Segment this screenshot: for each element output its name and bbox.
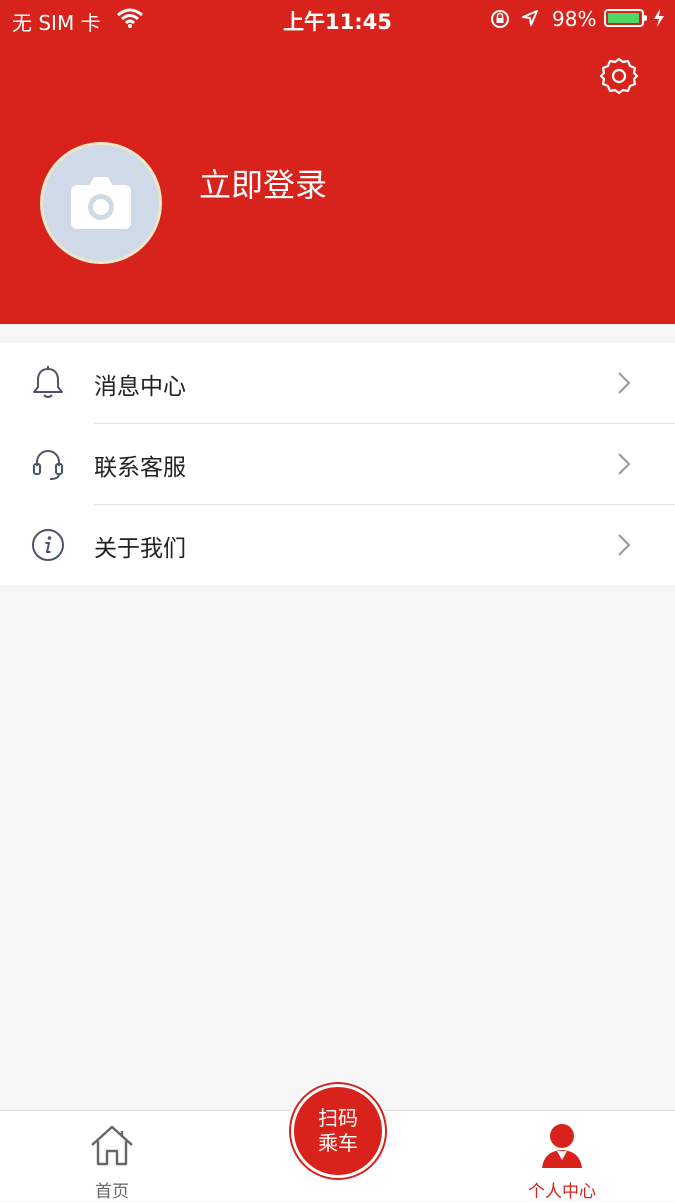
battery-fill — [608, 13, 640, 23]
scan-ride-inner: 扫码 乘车 — [291, 1084, 385, 1178]
menu-list: 消息中心 联系客服 关于我们 — [0, 343, 675, 585]
home-icon — [91, 1125, 133, 1166]
scan-ride-button[interactable]: 扫码 乘车 — [287, 1080, 389, 1182]
tab-profile[interactable]: 个人中心 — [492, 1111, 632, 1202]
menu-item-messages[interactable]: 消息中心 — [0, 343, 675, 423]
chevron-right-icon — [617, 533, 631, 561]
chevron-right-icon — [617, 452, 631, 480]
battery-nub — [644, 15, 647, 21]
avatar[interactable] — [40, 142, 162, 264]
menu-item-label: 关于我们 — [94, 536, 186, 562]
tab-label: 首页 — [95, 1182, 129, 1202]
battery-icon — [604, 9, 647, 27]
battery-percent: 98% — [552, 7, 597, 31]
location-arrow-icon — [521, 9, 539, 31]
gear-icon[interactable] — [599, 56, 639, 96]
login-link[interactable]: 立即登录 — [199, 160, 327, 206]
scan-label-line2: 乘车 — [318, 1131, 358, 1155]
tab-label: 个人中心 — [528, 1182, 596, 1202]
menu-item-label: 消息中心 — [94, 374, 186, 400]
charging-bolt-icon — [653, 8, 665, 32]
info-icon — [30, 527, 66, 563]
user-icon — [542, 1124, 582, 1168]
menu-item-customer-service[interactable]: 联系客服 — [33, 423, 675, 504]
rotation-lock-icon — [490, 9, 510, 33]
menu-item-about[interactable]: 关于我们 — [32, 504, 675, 585]
profile-header: 无 SIM 卡 上午11:45 98% 立即登录 — [0, 0, 675, 324]
scan-label-line1: 扫码 — [318, 1106, 358, 1130]
status-bar: 无 SIM 卡 上午11:45 98% — [0, 0, 675, 38]
bell-icon — [30, 365, 66, 401]
menu-item-label: 联系客服 — [94, 455, 186, 481]
chevron-right-icon — [617, 371, 631, 399]
headset-icon — [30, 446, 66, 482]
tab-home[interactable]: 首页 — [42, 1111, 182, 1202]
camera-icon — [71, 177, 131, 229]
